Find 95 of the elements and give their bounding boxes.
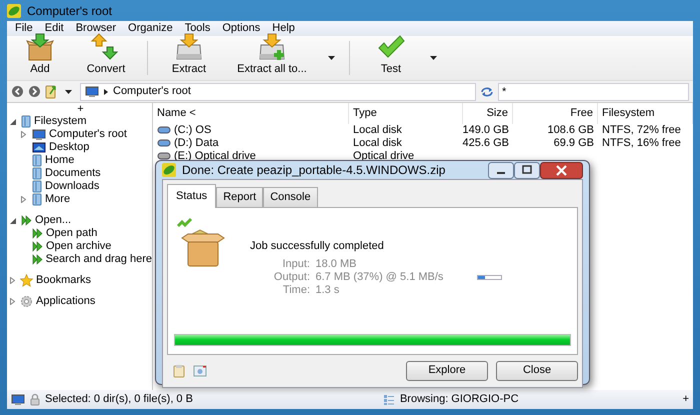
table-cell-text: Optical drive (352, 150, 416, 162)
folder-icon (32, 167, 42, 180)
chevron-icon (104, 88, 108, 94)
play-arrows-icon (32, 254, 43, 265)
expanded-triangle-icon[interactable] (10, 218, 16, 224)
refresh-icon[interactable] (480, 86, 494, 98)
app-logo-icon (162, 163, 176, 177)
caret-icon (328, 56, 335, 60)
caret-icon (65, 90, 72, 94)
drive-icon (157, 138, 171, 148)
tab[interactable]: Console (263, 187, 318, 206)
menu-item[interactable]: Organize (122, 20, 179, 37)
computer-icon (11, 394, 25, 406)
status-text: Browsing: GIORGIO-PC (400, 392, 519, 408)
search-field[interactable]: * (498, 82, 689, 100)
collapsed-triangle-icon[interactable] (10, 298, 15, 305)
folder-icon (32, 193, 42, 206)
mini-progress-bar (476, 275, 502, 280)
column-header[interactable]: Name < (153, 103, 349, 124)
desktop-icon (32, 142, 46, 153)
table-cell-text: 425.6 GB (463, 136, 510, 150)
menu-item[interactable]: File (9, 20, 39, 37)
collapsed-triangle-icon[interactable] (10, 277, 15, 284)
window-icon[interactable] (193, 364, 207, 376)
dialog-button[interactable]: Explore (406, 360, 488, 380)
play-arrows-icon (21, 215, 32, 226)
tab[interactable]: Report (216, 187, 264, 206)
path-field[interactable]: Computer's root (80, 82, 476, 100)
column-header[interactable]: Size (463, 103, 513, 124)
column-header[interactable]: Type (349, 103, 463, 124)
window-title: Computer's root (27, 2, 112, 20)
table-cell-text: (C:) OS (174, 122, 212, 138)
play-arrows-icon (32, 241, 43, 252)
table-cell-text: 108.6 GB (546, 124, 595, 136)
table-cell-text: NTFS, 16% free (601, 136, 682, 150)
minimize-icon[interactable] (488, 162, 514, 178)
stat-label: Input: (281, 257, 310, 272)
arrows-icon (91, 32, 121, 60)
drive-icon (157, 125, 171, 135)
lock-icon (30, 393, 40, 406)
forward-icon[interactable] (28, 85, 41, 98)
dialog-title: Done: Create peazip_portable-4.5.WINDOWS.zip (182, 162, 446, 179)
stat-value: 6.7 MB (37%) @ 5.1 MB/s (316, 270, 444, 285)
stat-label: Output: (272, 270, 310, 285)
collapsed-triangle-icon[interactable] (21, 131, 26, 138)
tree-item[interactable]: Bookmarks (36, 272, 92, 289)
clipboard-icon[interactable] (173, 364, 185, 378)
menu-item[interactable]: Help (266, 20, 301, 37)
table-cell-text: 149.0 GB (463, 124, 510, 136)
play-arrows-icon (32, 228, 43, 239)
stat-label: Time: (282, 283, 310, 298)
table-cell-text: (E:) Optical drive (174, 148, 256, 164)
gear-icon (20, 295, 33, 308)
folder-icon (32, 154, 42, 167)
maximize-icon[interactable] (514, 162, 540, 178)
toolbar-button[interactable]: Extract (156, 36, 222, 80)
table-cell-text: Local disk (352, 124, 403, 136)
folder-up-icon[interactable] (45, 84, 57, 99)
menu-item[interactable]: Edit (38, 20, 70, 37)
toolbar-button[interactable]: Convert (73, 36, 139, 80)
toolbar-button[interactable]: Add (7, 36, 73, 80)
menu-item[interactable]: Options (216, 20, 266, 37)
stat-value: 1.3 s (316, 283, 340, 298)
column-header[interactable]: Free (513, 103, 598, 124)
collapsed-triangle-icon[interactable] (21, 196, 26, 203)
caret-icon (430, 56, 437, 60)
computer-icon (85, 86, 99, 98)
column-header[interactable]: Filesystem (598, 103, 693, 124)
tree-item[interactable]: Applications (36, 293, 96, 310)
toolbar-button[interactable]: Test (358, 36, 424, 80)
toolbar-button[interactable]: Extract all to... (222, 36, 322, 80)
box-icon (25, 32, 55, 60)
tab[interactable]: Status (167, 184, 216, 208)
status-text: Selected: 0 dir(s), 0 file(s), 0 B (45, 392, 193, 408)
expanded-triangle-icon[interactable] (10, 118, 16, 124)
app-logo-icon (7, 4, 21, 18)
checkmark-icon (376, 32, 406, 60)
star-icon (20, 274, 33, 287)
table-cell-text: (D:) Data (174, 136, 219, 151)
computer-icon (32, 128, 46, 140)
list-icon (382, 394, 395, 406)
menu-item[interactable]: Browser (70, 20, 122, 37)
status-message: Job successfully completed (250, 238, 385, 254)
close-icon[interactable] (540, 162, 583, 178)
table-cell-text: Local disk (352, 136, 403, 150)
table-cell-text: NTFS, 72% free (601, 124, 682, 136)
menu-item[interactable]: Tools (178, 20, 216, 37)
folder-icon (32, 180, 42, 193)
dialog-button[interactable]: Close (496, 360, 578, 380)
collapse-mark[interactable]: + (77, 103, 84, 115)
collapse-mark[interactable]: + (682, 391, 689, 408)
folder-icon (21, 115, 31, 128)
back-icon[interactable] (11, 85, 24, 98)
table-cell-text: 69.9 GB (552, 136, 595, 150)
stat-value: 18.0 MB (316, 257, 356, 272)
